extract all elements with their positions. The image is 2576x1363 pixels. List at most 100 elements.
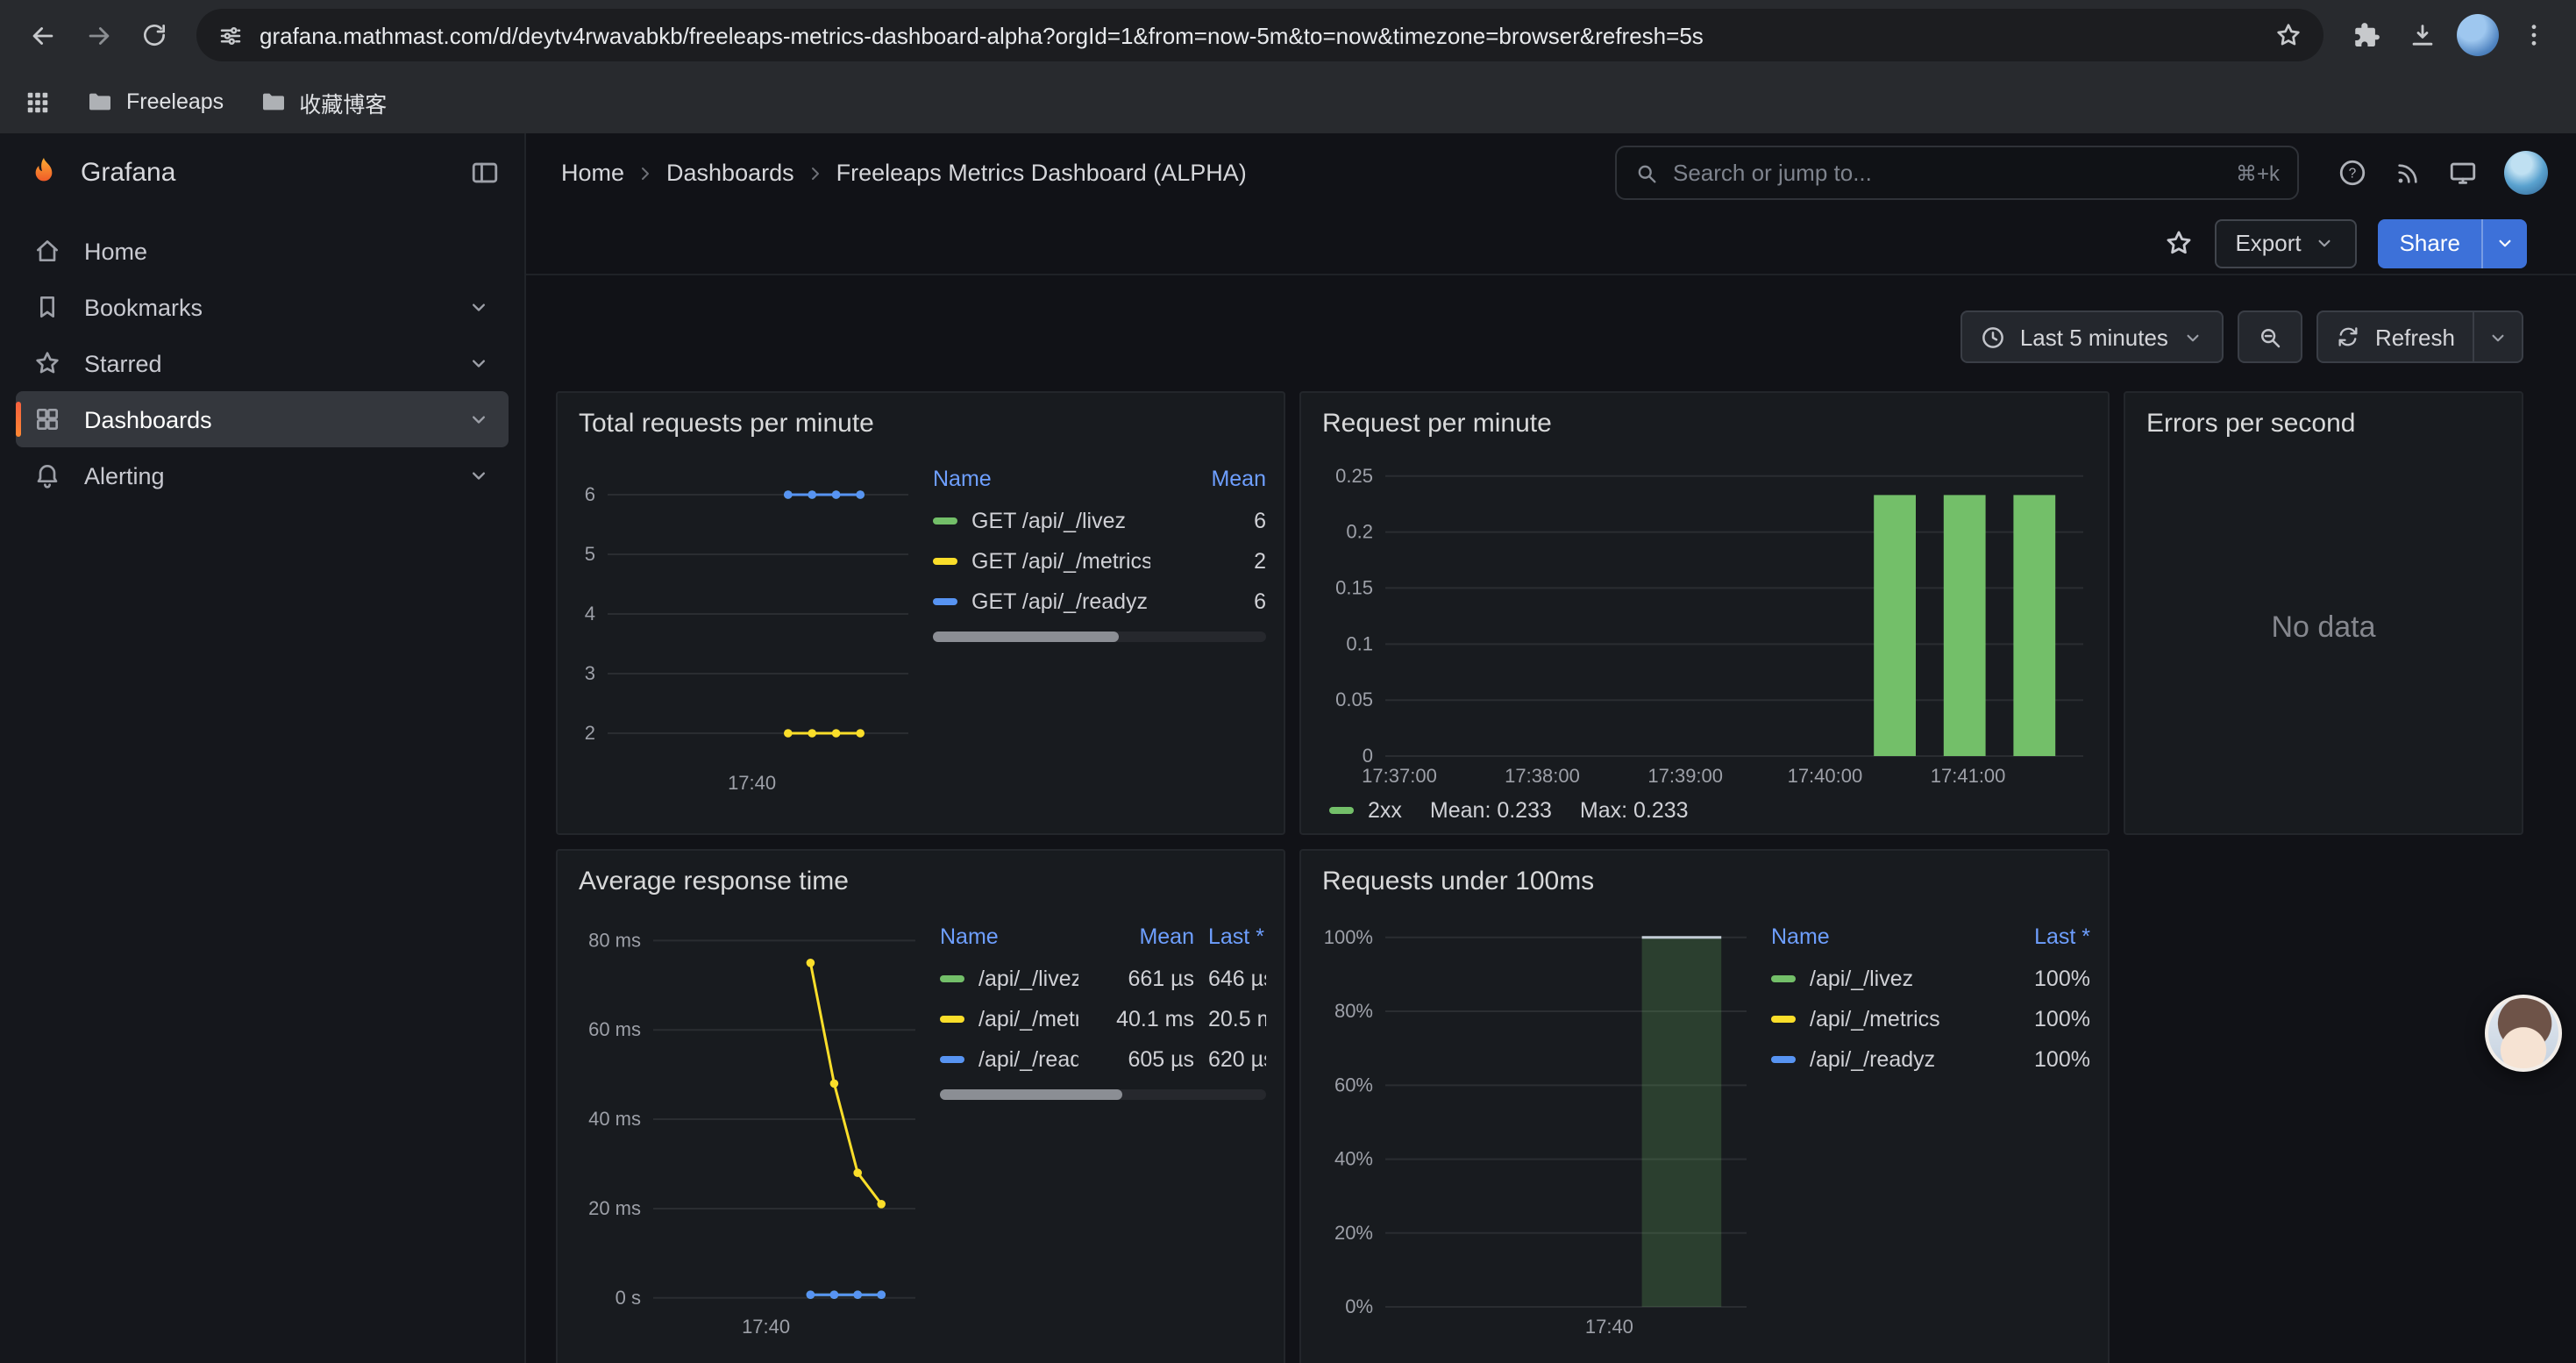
monitor-icon[interactable] xyxy=(2448,158,2478,188)
panel-title[interactable]: Errors per second xyxy=(2125,393,2522,444)
legend-scrollbar[interactable] xyxy=(940,1089,1266,1100)
search-input[interactable] xyxy=(1673,160,2222,186)
legend-row[interactable]: 2xx xyxy=(1329,798,1402,823)
legend-row[interactable]: /api/_/livez 100% xyxy=(1771,958,2090,998)
chevron-down-icon[interactable] xyxy=(466,407,491,432)
legend-inline: 2xx Mean: 0.233 Max: 0.233 xyxy=(1319,791,2090,823)
breadcrumb-dashboards[interactable]: Dashboards xyxy=(666,160,794,186)
svg-text:80 ms: 80 ms xyxy=(588,929,641,951)
legend-row[interactable]: /api/_/readyz 605 µs 620 µs xyxy=(940,1038,1266,1079)
url-bar[interactable]: grafana.mathmast.com/d/deytv4rwavabkb/fr… xyxy=(196,9,2323,61)
folder-icon xyxy=(86,88,114,116)
site-settings-icon[interactable] xyxy=(217,22,244,48)
series-name[interactable]: /api/_/metrics xyxy=(1810,1006,1940,1031)
panel-title[interactable]: Request per minute xyxy=(1301,393,2108,444)
sidebar-item-bookmarks[interactable]: Bookmarks xyxy=(16,279,509,335)
legend-header-name[interactable]: Name xyxy=(940,924,1078,949)
panel-title[interactable]: Average response time xyxy=(558,851,1284,902)
total-requests-chart[interactable]: 2345617:40 xyxy=(575,454,919,798)
user-avatar[interactable] xyxy=(2504,151,2548,195)
legend-row[interactable]: /api/_/metrics 100% xyxy=(1771,998,2090,1038)
average-response-time-chart[interactable]: 80 ms60 ms40 ms20 ms0 s17:40 xyxy=(575,912,926,1342)
legend-header-name[interactable]: Name xyxy=(933,467,1150,491)
panel-title[interactable]: Total requests per minute xyxy=(558,393,1284,444)
share-button[interactable]: Share xyxy=(2379,218,2481,268)
zoom-out-button[interactable] xyxy=(2238,310,2303,363)
sidebar-item-dashboards[interactable]: Dashboards xyxy=(16,391,509,447)
news-feed-icon[interactable] xyxy=(2394,159,2422,187)
legend-row[interactable]: /api/_/livez 661 µs 646 µs xyxy=(940,958,1266,998)
legend-row[interactable]: GET /api/_/readyz 6 xyxy=(933,581,1266,621)
svg-text:0.2: 0.2 xyxy=(1346,521,1373,543)
series-name[interactable]: GET /api/_/livez xyxy=(971,508,1126,532)
refresh-interval-button[interactable] xyxy=(2474,310,2523,363)
profile-avatar-image xyxy=(2457,14,2499,56)
help-icon[interactable]: ? xyxy=(2338,158,2367,188)
search-box[interactable]: ⌘+k xyxy=(1615,146,2299,200)
legend-header-last[interactable]: Last * xyxy=(1208,924,1266,949)
back-button[interactable] xyxy=(14,7,70,63)
browser-profile-avatar[interactable] xyxy=(2450,7,2506,63)
chevron-down-icon xyxy=(2182,325,2205,348)
svg-text:17:40: 17:40 xyxy=(1585,1316,1633,1338)
export-button[interactable]: Export xyxy=(2214,218,2357,268)
bookmark-item-freeleaps[interactable]: Freeleaps xyxy=(86,88,224,116)
legend-row[interactable]: /api/_/readyz 100% xyxy=(1771,1038,2090,1079)
sidebar-item-alerting[interactable]: Alerting xyxy=(16,447,509,503)
grafana-logo[interactable] xyxy=(25,153,63,192)
series-name[interactable]: /api/_/metrics xyxy=(978,1006,1078,1031)
breadcrumb: Home Dashboards Freeleaps Metrics Dashbo… xyxy=(561,160,1247,186)
legend-header-mean[interactable]: Mean xyxy=(1164,467,1266,491)
favorite-star-icon[interactable] xyxy=(2163,228,2193,258)
series-name[interactable]: /api/_/readyz xyxy=(978,1046,1078,1071)
sidebar-toggle-icon[interactable] xyxy=(470,158,500,188)
apps-grid-icon[interactable] xyxy=(25,89,51,115)
forward-button[interactable] xyxy=(70,7,126,63)
scrollbar-thumb[interactable] xyxy=(940,1089,1122,1100)
browser-menu-icon[interactable] xyxy=(2506,7,2562,63)
legend-row[interactable]: /api/_/metrics 40.1 ms 20.5 ms xyxy=(940,998,1266,1038)
series-name[interactable]: /api/_/livez xyxy=(978,966,1078,990)
bookmark-item-blogs[interactable]: 收藏博客 xyxy=(259,85,387,118)
series-name[interactable]: /api/_/readyz xyxy=(1810,1046,1935,1071)
reload-button[interactable] xyxy=(126,7,182,63)
series-name[interactable]: 2xx xyxy=(1368,798,1402,823)
series-swatch xyxy=(1771,974,1796,981)
breadcrumb-home[interactable]: Home xyxy=(561,160,624,186)
svg-text:20%: 20% xyxy=(1334,1222,1373,1244)
share-menu-button[interactable] xyxy=(2481,218,2527,268)
refresh-button[interactable]: Refresh xyxy=(2317,310,2474,363)
series-name[interactable]: GET /api/_/readyz xyxy=(971,589,1148,613)
browser-window: grafana.mathmast.com/d/deytv4rwavabkb/fr… xyxy=(0,0,2576,1363)
panel-request-per-minute: Request per minute 00.050.10.150.20.2517… xyxy=(1299,391,2110,835)
series-swatch xyxy=(940,974,964,981)
chevron-down-icon[interactable] xyxy=(466,295,491,319)
chevron-down-icon[interactable] xyxy=(466,463,491,488)
series-name[interactable]: /api/_/livez xyxy=(1810,966,1913,990)
sidebar-item-home[interactable]: Home xyxy=(16,223,509,279)
request-per-minute-chart[interactable]: 00.050.10.150.20.2517:37:0017:38:0017:39… xyxy=(1319,454,2094,791)
floating-avatar[interactable] xyxy=(2485,995,2562,1072)
svg-text:0%: 0% xyxy=(1345,1295,1373,1317)
chevron-down-icon[interactable] xyxy=(466,351,491,375)
legend-row[interactable]: GET /api/_/livez 6 xyxy=(933,500,1266,540)
legend-header-last[interactable]: Last * xyxy=(1989,924,2090,949)
scrollbar-thumb[interactable] xyxy=(933,632,1120,642)
legend-header-mean[interactable]: Mean xyxy=(1092,924,1194,949)
legend-row[interactable]: GET /api/_/metrics 2 xyxy=(933,540,1266,581)
sidebar: Grafana Home Bookmarks Starred xyxy=(0,133,526,1363)
downloads-icon[interactable] xyxy=(2394,7,2450,63)
requests-under-100ms-chart[interactable]: 100%80%60%40%20%0%17:40 xyxy=(1319,912,1757,1342)
panel-title[interactable]: Requests under 100ms xyxy=(1301,851,2108,902)
svg-text:4: 4 xyxy=(585,603,595,624)
bookmark-star-icon[interactable] xyxy=(2274,21,2302,49)
series-name[interactable]: GET /api/_/metrics xyxy=(971,548,1150,573)
svg-text:17:38:00: 17:38:00 xyxy=(1505,765,1580,787)
legend-scrollbar[interactable] xyxy=(933,632,1266,642)
extensions-icon[interactable] xyxy=(2338,7,2394,63)
sidebar-item-starred[interactable]: Starred xyxy=(16,335,509,391)
series-last: 646 µs xyxy=(1208,966,1266,990)
legend-header-name[interactable]: Name xyxy=(1771,924,1975,949)
time-range-picker[interactable]: Last 5 minutes xyxy=(1960,310,2224,363)
series-last: 20.5 ms xyxy=(1208,1006,1266,1031)
